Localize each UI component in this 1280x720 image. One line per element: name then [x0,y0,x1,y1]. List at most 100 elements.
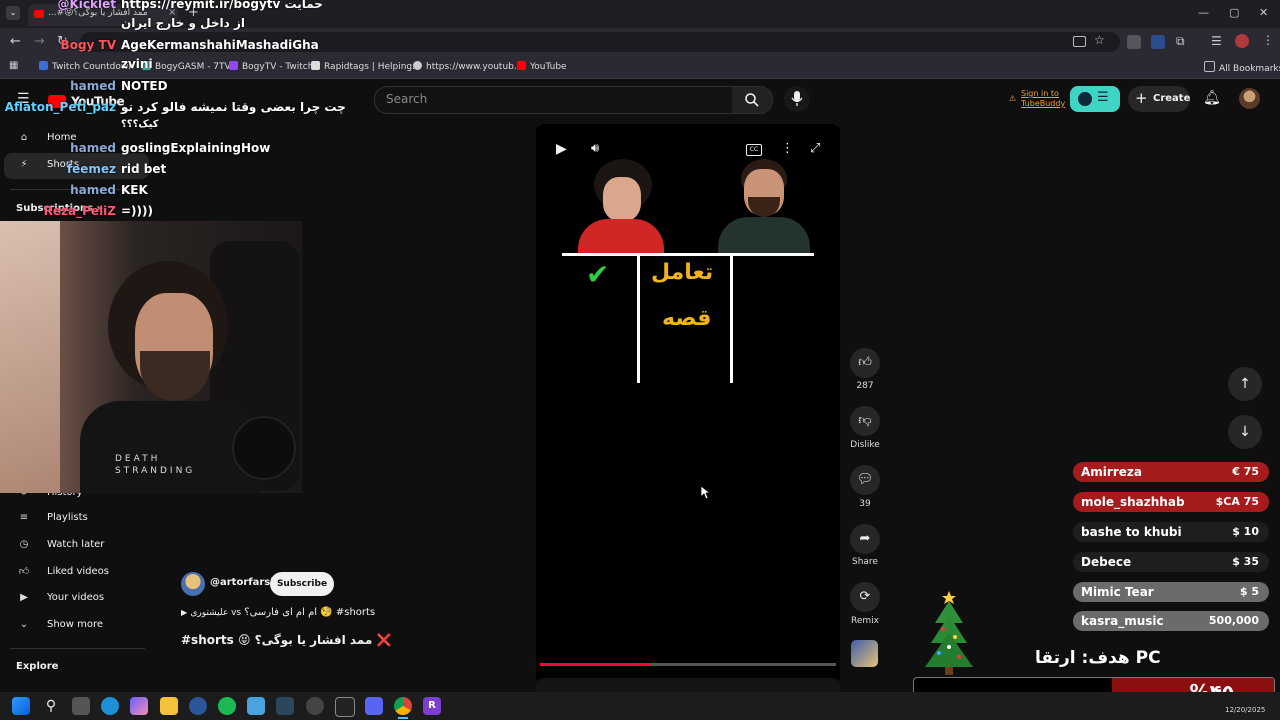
bookmark-bogygasm[interactable]: BogyGASM - 7TV [142,61,231,72]
audio-link[interactable]: ▶ علیشتوری vs ام ام ای فارسی؟ 🧐 #shorts [181,607,375,618]
clock-icon: ◷ [19,539,29,550]
voice-search-button[interactable] [784,86,810,112]
dislike-button[interactable]: 👎︎ [850,406,880,436]
more-options-icon[interactable]: ⋮ [781,141,794,156]
close-window-icon[interactable]: ✕ [1259,6,1268,19]
dislike-label: Dislike [850,440,880,450]
channel-name[interactable]: @artorfarsi [210,577,274,588]
progress-bar-track[interactable] [540,663,836,666]
volume-icon[interactable]: 🔊︎ [591,141,599,156]
word-icon[interactable] [189,697,207,715]
create-button[interactable]: + Create [1128,86,1190,112]
search-button[interactable] [732,86,773,114]
logitech-icon[interactable] [335,697,355,717]
sidebar-item-show-more[interactable]: ⌄ Show more [16,619,103,630]
like-button[interactable]: 👍︎ [850,348,880,378]
search-input[interactable]: Search [374,86,734,114]
bookmark-rapidtags[interactable]: Rapidtags | Helping... [311,61,421,72]
sidebar-divider [10,648,145,649]
minimize-icon[interactable]: — [1198,6,1209,19]
notifications-bell-icon[interactable]: 🔔︎ [1203,90,1221,106]
tubebuddy-menu-icon: ☰ [1097,90,1109,105]
sidebar-item-playlists[interactable]: ≡ Playlists [16,512,88,523]
channel-avatar[interactable] [181,572,205,596]
plus-icon: + [1135,89,1148,107]
remix-button[interactable]: ⟳ [850,582,880,612]
tubebuddy-signin-link[interactable]: ⚠ Sign in to TubeBuddy [1009,89,1065,109]
sidebar-item-liked-videos[interactable]: 👍︎ Liked videos [16,565,109,577]
profile-avatar-icon[interactable] [1235,34,1249,48]
donation-entry: bashe to khubi $ 10 [1073,522,1269,542]
rider-app-icon[interactable]: R [423,697,441,715]
extension-icon[interactable] [1127,35,1141,49]
donation-entry: Mimic Tear $ 5 [1073,582,1269,602]
tubebuddy-button[interactable]: ☰ [1070,86,1120,112]
steam-icon[interactable] [276,697,294,715]
goal-title: هدف: ارتقا PC [1035,648,1161,668]
sidebar-item-your-videos[interactable]: ▶ Your videos [16,592,104,603]
shirt-print: DEATH STRANDING [115,454,196,476]
browser-menu-icon[interactable]: ⋮ [1262,33,1274,47]
comment-icon: 💬︎ [856,472,874,487]
chat-message: hamed goslingExplainingHow [70,141,271,155]
remix-icon: ⟳ [859,589,871,604]
editor-app-icon[interactable] [247,697,265,715]
comments-button[interactable]: 💬︎ [850,465,880,495]
checkmark-icon: ✔ [586,258,610,291]
extensions-puzzle-icon[interactable]: ⧉ [1176,34,1185,49]
obs-icon[interactable] [306,697,324,715]
install-app-icon[interactable] [1073,36,1086,47]
bookmark-youtube[interactable]: YouTube [517,61,567,72]
webcam-feed: DEATH STRANDING [0,221,302,493]
fullscreen-icon[interactable]: ⤢ [810,141,820,156]
chrome-icon[interactable] [394,697,412,715]
windows-taskbar: ⚲ R 12/20/2025 [0,692,1280,720]
bookmark-youtube-link[interactable]: https://www.youtub... [413,61,522,72]
chat-message: zvini [121,57,153,71]
play-icon[interactable]: ▶ [556,141,567,157]
share-button[interactable]: ➦ [850,524,880,554]
windows-start-icon[interactable] [12,697,30,715]
microphone-icon [791,91,803,106]
file-explorer-icon[interactable] [160,697,178,715]
shorts-player[interactable]: ▶ 🔊︎ CC ⋮ ⤢ ✔ تعامل قصه [536,124,840,684]
donation-entry: kasra_music 500,000 [1073,611,1269,631]
all-bookmarks[interactable]: All Bookmarks [1204,61,1280,74]
search-icon[interactable]: ⚲ [42,697,60,715]
bookmarks-bar: ▦ Twitch Countdown BogyGASM - 7TV BogyTV… [0,56,1280,79]
bookmark-bogytv-twitch[interactable]: BogyTV - Twitch [229,61,313,72]
donation-entry: mole_shazhhab $CA 75 [1073,492,1269,512]
previous-short-button[interactable]: ↑ [1228,367,1262,401]
webcam-person-beard [140,351,210,401]
spotify-icon[interactable] [218,697,236,715]
thumbs-down-icon: 👎︎ [858,413,872,428]
thumbs-up-icon: 👍︎ [18,566,30,577]
chevron-down-icon: ⌄ [19,619,29,630]
subscribe-button[interactable]: Subscribe [270,572,334,596]
captions-icon[interactable]: CC [746,144,762,156]
bookmark-star-icon[interactable]: ☆ [1094,33,1105,47]
thumbnail-table-line-left [637,255,640,383]
copilot-icon[interactable] [130,697,148,715]
sound-thumbnail[interactable] [851,640,878,667]
webcam-window-light [0,221,60,493]
chat-message: کیک؟؟؟ [121,119,159,130]
task-view-icon[interactable] [72,697,90,715]
maximize-icon[interactable]: ▢ [1229,6,1239,19]
like-count: 287 [856,381,874,391]
reading-list-icon[interactable]: ☰ [1211,34,1222,48]
thumbnail-person-left [566,159,666,254]
extension-icon-2[interactable] [1151,35,1165,49]
comment-count: 39 [859,499,871,509]
sidebar-item-watch-later[interactable]: ◷ Watch later [16,539,105,550]
next-short-peek [536,678,840,692]
overlay-word-2: قصه [662,306,712,331]
play-small-icon: ▶ [181,608,188,617]
taskbar-date: 12/20/2025 [1225,706,1266,714]
edge-browser-icon[interactable] [101,697,119,715]
christmas-tree-icon [925,591,973,675]
account-avatar[interactable] [1239,88,1260,109]
discord-icon[interactable] [365,697,383,715]
mouse-cursor-icon [701,486,711,500]
next-short-button[interactable]: ↓ [1228,415,1262,449]
